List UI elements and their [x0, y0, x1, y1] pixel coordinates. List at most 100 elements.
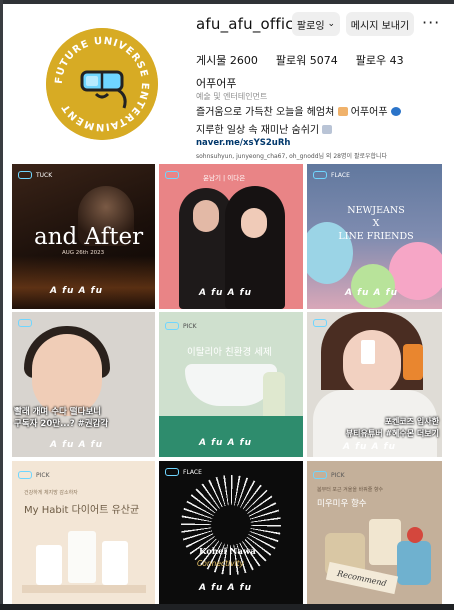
post-tile-3[interactable]: FLACE NEWJEANS X LINE FRIENDS A fu A fu — [307, 164, 442, 309]
post-tile-2[interactable]: 윤남기 | 이다은 A fu A fu — [159, 164, 303, 309]
post-6-caption-1: 포켄코즈 입사한 — [384, 417, 439, 426]
post-7-shelf — [22, 585, 146, 593]
post-5-tag-label: PICK — [183, 322, 197, 330]
post-4-tag — [18, 319, 32, 327]
post-9-subtitle: 봄부터 포근 겨울을 바꿔줄 향수 — [317, 487, 384, 493]
post-8-tag-label: FLACE — [183, 468, 202, 476]
post-tile-4[interactable]: 빨래 개며 수다 떨다보니 구독자 20만...? #권감각 A fu A fu — [12, 312, 155, 457]
followed-by-text[interactable]: sohnsuhyun, junyeong_cha67, oh_gnodd님 외 … — [196, 151, 387, 160]
post-6-watermark: A fu A fu — [343, 442, 396, 452]
post-6-phone — [403, 344, 423, 380]
goggles-icon — [18, 319, 32, 327]
bio-line-1-end: 어푸어푸 — [350, 107, 388, 118]
post-9-bottle-3 — [397, 541, 431, 585]
swimmer-emoji-icon — [337, 107, 348, 116]
post-8-artwork-core — [211, 505, 251, 545]
post-2-label: 윤남기 | 이다은 — [203, 174, 246, 182]
following-label: 팔로잉 — [296, 20, 325, 32]
brand-logo: FUTURE UNIVERSE ENTERTAINMENT — [46, 28, 158, 140]
window-bottom-edge — [0, 604, 454, 610]
post-2-tag — [165, 171, 179, 179]
post-2-watermark: A fu A fu — [199, 288, 252, 298]
post-tile-6[interactable]: 포켄코즈 입사한 뷰티유튜버 #혜수몬 더보기 A fu A fu — [307, 312, 442, 457]
post-6-card — [361, 340, 375, 364]
post-9-bottle-cap — [407, 527, 423, 543]
goggles-icon — [313, 471, 327, 479]
goggles-icon — [18, 171, 32, 179]
post-6-caption-2: 뷰티유튜버 #혜수몬 더보기 — [345, 429, 439, 438]
post-1-tag-label: TUCK — [36, 171, 53, 179]
post-1-date: AUG 26th 2023 — [62, 250, 105, 256]
post-1-glow — [12, 256, 155, 309]
post-4-face — [32, 334, 102, 416]
bio-line-2-text: 지루한 일상 속 재미난 숨쉬기 — [196, 125, 320, 136]
goggles-icon — [165, 468, 179, 476]
post-3-title: NEWJEANS X LINE FRIENDS — [319, 204, 433, 243]
post-tile-8[interactable]: FLACE Kohei Nawa Connectivity A fu A fu — [159, 461, 303, 604]
post-tile-7[interactable]: PICK 건강하게 체지방 감소하자 My Habit 다이어트 유산균 — [12, 461, 155, 604]
post-9-tag-label: PICK — [331, 471, 345, 479]
profile-avatar[interactable]: FUTURE UNIVERSE ENTERTAINMENT — [40, 22, 164, 146]
post-5-watermark: A fu A fu — [199, 438, 252, 448]
post-7-product-3 — [102, 541, 128, 585]
bio-line-2: 지루한 일상 속 재미난 숨쉬기 — [196, 121, 333, 136]
goggles-icon — [313, 319, 327, 327]
post-6-tag — [313, 319, 327, 327]
post-7-tag: PICK — [18, 471, 50, 479]
post-9-tag: PICK — [313, 471, 345, 479]
post-1-watermark: A fu A fu — [50, 286, 103, 296]
post-8-title: Kohei Nawa — [199, 547, 256, 557]
post-4-caption-2: 구독자 20만...? #권감각 — [14, 419, 109, 429]
followers-count[interactable]: 팔로워 5074 — [276, 52, 338, 68]
bio-line-1-text: 즐거움으로 가득찬 오늘을 헤엄쳐 — [196, 107, 335, 118]
window-top-edge — [0, 0, 454, 4]
posts-count: 게시물 2600 — [196, 54, 258, 67]
chevron-down-icon: ⌄ — [327, 19, 336, 29]
post-6-caption: 포켄코즈 입사한 뷰티유튜버 #혜수몬 더보기 — [311, 416, 439, 440]
post-3-character-center — [351, 264, 395, 308]
post-3-line-2: X — [372, 218, 380, 229]
following-count[interactable]: 팔로우 43 — [356, 52, 404, 68]
bio-line-1: 즐거움으로 가득찬 오늘을 헤엄쳐 어푸어푸 — [196, 103, 401, 118]
post-3-watermark: A fu A fu — [345, 288, 398, 298]
following-button[interactable]: 팔로잉 ⌄ — [292, 12, 340, 36]
post-8-script: Connectivity — [197, 559, 244, 568]
posts-grid: TUCK and After AUG 26th 2023 A fu A fu 윤… — [12, 164, 442, 607]
post-5-tag: PICK — [165, 322, 197, 330]
goggles-icon — [165, 171, 179, 179]
post-4-caption: 빨래 개며 수다 떨다보니 구독자 20만...? #권감각 — [14, 406, 148, 430]
profile-link[interactable]: naver.me/xsYS2uRh — [196, 138, 290, 148]
post-1-title: and After — [34, 224, 144, 250]
profile-stats: 게시물 2600 팔로워 5074 팔로우 43 — [196, 52, 404, 68]
post-2-face-right — [241, 208, 267, 238]
post-3-line-1: NEWJEANS — [347, 205, 405, 216]
post-3-line-3: LINE FRIENDS — [338, 231, 414, 242]
blue-heart-icon — [390, 107, 401, 116]
post-4-watermark: A fu A fu — [50, 440, 103, 450]
post-8-watermark: A fu A fu — [199, 583, 252, 593]
goggles-icon — [165, 322, 179, 330]
post-3-tag: FLACE — [313, 171, 350, 179]
window-left-edge — [0, 0, 3, 610]
send-message-button[interactable]: 메시지 보내기 — [346, 12, 414, 36]
bath-emoji-icon — [322, 125, 333, 134]
post-7-tag-label: PICK — [36, 471, 50, 479]
post-7-product-2 — [68, 531, 96, 583]
post-tile-9[interactable]: PICK 봄부터 포근 겨울을 바꿔줄 향수 미우미우 향수 Recommend — [307, 461, 442, 604]
post-tile-1[interactable]: TUCK and After AUG 26th 2023 A fu A fu — [12, 164, 155, 309]
post-1-tag: TUCK — [18, 171, 52, 179]
post-8-tag: FLACE — [165, 468, 202, 476]
post-7-headline: My Habit 다이어트 유산균 — [24, 505, 140, 516]
post-7-subtitle: 건강하게 체지방 감소하자 — [24, 490, 78, 496]
send-message-label: 메시지 보내기 — [350, 20, 410, 32]
post-4-caption-1: 빨래 개며 수다 떨다보니 — [14, 407, 102, 417]
goggles-icon — [313, 171, 327, 179]
profile-category: 예술 및 엔터테인먼트 — [196, 92, 268, 101]
post-7-product-1 — [36, 545, 62, 585]
more-options-icon[interactable]: ··· — [422, 13, 440, 32]
post-9-headline: 미우미우 향수 — [317, 499, 367, 509]
post-3-tag-label: FLACE — [331, 171, 350, 179]
post-2-face-left — [193, 200, 219, 232]
post-tile-5[interactable]: PICK 이탈리아 친환경 세제 A fu A fu — [159, 312, 303, 457]
post-5-headline: 이탈리아 친환경 세제 — [187, 347, 272, 358]
